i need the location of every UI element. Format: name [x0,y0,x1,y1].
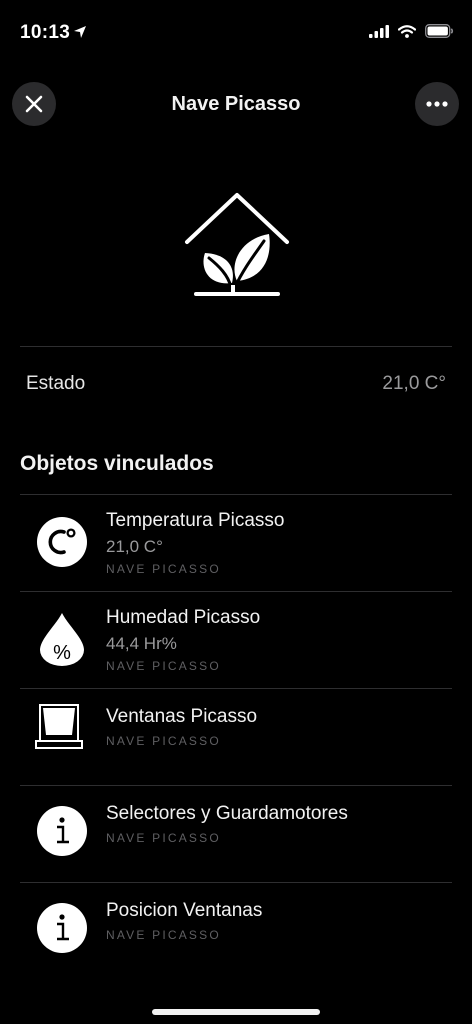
list-item-posicion-ventanas[interactable]: Posicion Ventanas NAVE PICASSO [0,882,472,979]
list-item-humedad[interactable]: % Humedad Picasso 44,4 Hr% NAVE PICASSO [0,591,472,688]
svg-text:%: % [53,642,71,664]
item-title: Posicion Ventanas [106,900,263,921]
item-subtitle: NAVE PICASSO [106,562,221,576]
list-item-ventanas[interactable]: Ventanas Picasso NAVE PICASSO [0,688,472,785]
header: Nave Picasso [0,80,472,130]
item-subtitle: NAVE PICASSO [106,734,221,748]
divider [20,494,452,495]
item-title: Selectores y Guardamotores [106,803,348,824]
divider [20,346,452,347]
info-icon [37,806,87,856]
home-indicator[interactable] [152,1009,320,1015]
info-icon [37,903,87,953]
status-icons [369,24,454,38]
divider [20,591,452,592]
list-item-selectores[interactable]: Selectores y Guardamotores NAVE PICASSO [0,785,472,882]
item-subtitle: NAVE PICASSO [106,659,221,673]
window-icon [35,704,83,749]
item-subtitle: NAVE PICASSO [106,831,221,845]
list-item-temperatura[interactable]: Temperatura Picasso 21,0 C° NAVE PICASSO [0,494,472,591]
item-title: Ventanas Picasso [106,706,258,727]
greenhouse-plant-icon [185,193,289,296]
status-time: 10:13 [20,22,71,43]
celsius-icon [37,517,87,567]
divider [20,688,452,689]
estado-label: Estado [26,373,86,394]
item-value: 44,4 Hr% [106,634,177,653]
section-title: Objetos vinculados [20,452,214,475]
wifi-icon [398,24,416,38]
more-options-button[interactable] [415,82,459,126]
item-value: 21,0 C° [106,537,163,556]
battery-icon [425,24,454,38]
status-bar: 10:13 [0,0,472,60]
divider [20,785,452,786]
divider [20,882,452,883]
humidity-drop-icon: % [40,613,84,666]
cellular-signal-icon [369,24,389,38]
estado-value: 21,0 C° [382,373,446,394]
item-title: Temperatura Picasso [106,510,285,531]
item-title: Humedad Picasso [106,607,261,628]
more-horizontal-icon [426,101,448,107]
screen: 10:13 Nave Picasso Estado 21,0 C° Objeto… [0,0,472,1024]
item-subtitle: NAVE PICASSO [106,928,221,942]
linked-objects-list: Temperatura Picasso 21,0 C° NAVE PICASSO… [0,494,472,979]
location-arrow-icon [74,26,86,38]
page-title: Nave Picasso [171,93,301,115]
